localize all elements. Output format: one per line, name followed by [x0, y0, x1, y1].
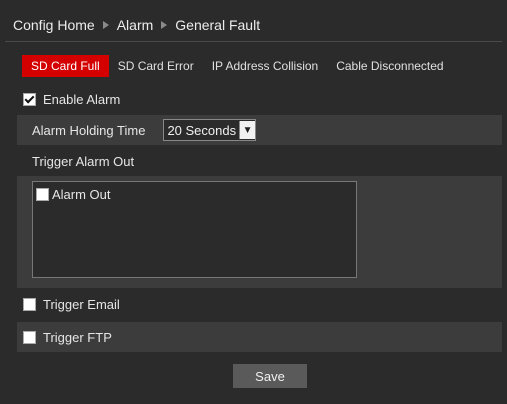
trigger-ftp-label: Trigger FTP [43, 329, 112, 345]
enable-alarm-label: Enable Alarm [43, 91, 121, 107]
tab-cable-disconnected[interactable]: Cable Disconnected [327, 55, 452, 77]
chevron-down-icon[interactable]: ▼ [239, 121, 256, 139]
trigger-alarm-out-row: Trigger Alarm Out [17, 146, 502, 176]
enable-alarm-checkbox[interactable] [23, 92, 36, 106]
breadcrumb-general-fault: General Fault [175, 17, 261, 33]
alarm-holding-time-row: Alarm Holding Time 20 Seconds ▼ [17, 115, 502, 145]
alarm-out-list: Alarm Out [32, 181, 357, 278]
trigger-alarm-out-label: Trigger Alarm Out [32, 153, 135, 169]
config-panel: Config Home Alarm General Fault SD Card … [5, 5, 502, 399]
breadcrumb-separator-icon [102, 21, 109, 29]
breadcrumb-alarm[interactable]: Alarm [117, 17, 154, 33]
trigger-email-label: Trigger Email [43, 296, 120, 312]
alarm-holding-time-select[interactable]: 20 Seconds ▼ [163, 119, 257, 141]
tab-sd-card-error[interactable]: SD Card Error [109, 55, 203, 77]
alarm-out-label: Alarm Out [52, 187, 111, 202]
trigger-ftp-checkbox[interactable] [23, 330, 36, 344]
list-item: Alarm Out [33, 182, 356, 202]
alarm-out-checkbox[interactable] [36, 188, 49, 201]
enable-alarm-row: Enable Alarm [23, 84, 507, 114]
tab-ip-address-collision[interactable]: IP Address Collision [203, 55, 328, 77]
breadcrumb-separator-icon [161, 21, 168, 29]
fault-tabs: SD Card Full SD Card Error IP Address Co… [22, 55, 453, 77]
alarm-holding-time-label: Alarm Holding Time [32, 122, 146, 138]
trigger-email-row: Trigger Email [23, 289, 507, 319]
breadcrumb-config-home[interactable]: Config Home [13, 17, 95, 33]
header-divider [5, 41, 502, 42]
tab-sd-card-full[interactable]: SD Card Full [22, 55, 109, 77]
breadcrumb: Config Home Alarm General Fault [13, 17, 260, 33]
trigger-email-checkbox[interactable] [23, 297, 36, 311]
trigger-ftp-row: Trigger FTP [17, 322, 502, 352]
save-button[interactable]: Save [233, 364, 307, 388]
alarm-holding-time-value: 20 Seconds [167, 122, 237, 138]
